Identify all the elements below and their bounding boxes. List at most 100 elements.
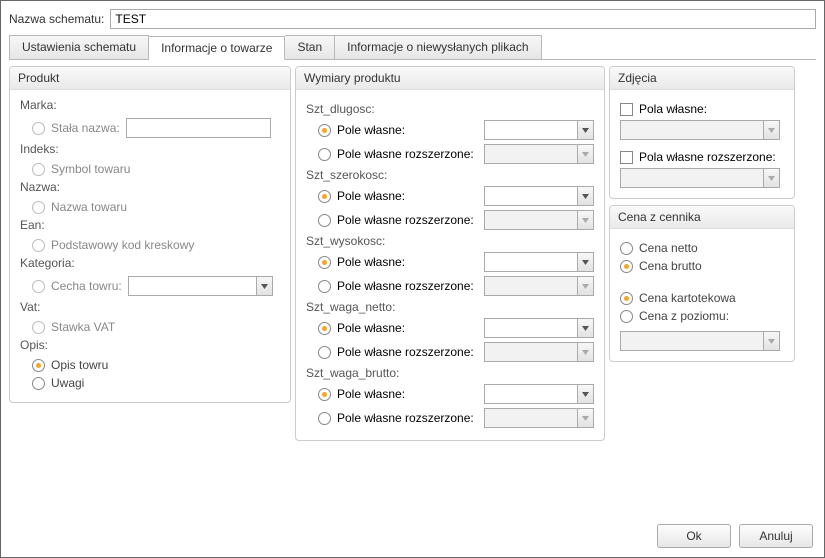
group-title: Wymiary produktu xyxy=(296,67,604,90)
opis-towru-radio[interactable] xyxy=(32,359,45,372)
ean-label: Ean: xyxy=(20,218,280,232)
cena-z-poziomu-label: Cena z poziomu: xyxy=(639,309,729,323)
pole-wlasne-label: Pole własne: xyxy=(337,387,405,401)
pole-rozszerzone-dropdown[interactable] xyxy=(484,276,594,296)
pole-wlasne-label: Pole własne: xyxy=(337,255,405,269)
cena-netto-label: Cena netto xyxy=(639,241,698,255)
schema-name-label: Nazwa schematu: xyxy=(9,12,104,26)
tab-niewyslane-pliki[interactable]: Informacje o niewysłanych plikach xyxy=(335,35,541,59)
pole-wlasne-radio[interactable] xyxy=(318,322,331,335)
nazwa-label: Nazwa: xyxy=(20,180,280,194)
pole-wlasne-dropdown[interactable] xyxy=(484,318,594,338)
tab-bar: Ustawienia schematu Informacje o towarze… xyxy=(9,35,816,60)
group-zdjecia: Zdjęcia Pola własne: Pola własne rozszer… xyxy=(609,66,795,199)
dim-label: Szt_wysokosc: xyxy=(306,234,594,248)
pole-wlasne-radio[interactable] xyxy=(318,388,331,401)
group-title: Produkt xyxy=(10,67,290,90)
ok-button[interactable]: Ok xyxy=(657,524,731,548)
chevron-down-icon xyxy=(582,350,589,355)
chevron-down-icon xyxy=(261,284,268,289)
vat-label: Vat: xyxy=(20,300,280,314)
kategoria-label: Kategoria: xyxy=(20,256,280,270)
kategoria-dropdown[interactable] xyxy=(128,276,273,296)
tab-ustawienia[interactable]: Ustawienia schematu xyxy=(9,35,149,59)
indeks-label: Indeks: xyxy=(20,142,280,156)
chevron-down-icon xyxy=(582,260,589,265)
marka-label: Marka: xyxy=(20,98,280,112)
vat-option-label: Stawka VAT xyxy=(51,320,115,334)
pole-wlasne-label: Pole własne: xyxy=(337,321,405,335)
pole-rozszerzone-dropdown[interactable] xyxy=(484,210,594,230)
cena-kartotekowa-radio[interactable] xyxy=(620,292,633,305)
pole-rozszerzone-label: Pole własne rozszerzone: xyxy=(337,213,474,227)
pole-rozszerzone-label: Pole własne rozszerzone: xyxy=(337,147,474,161)
cancel-button[interactable]: Anuluj xyxy=(739,524,813,548)
cena-z-poziomu-radio[interactable] xyxy=(620,310,633,323)
pole-wlasne-radio[interactable] xyxy=(318,124,331,137)
dim-label: Szt_waga_brutto: xyxy=(306,366,594,380)
pole-rozszerzone-label: Pole własne rozszerzone: xyxy=(337,411,474,425)
pole-wlasne-dropdown[interactable] xyxy=(484,384,594,404)
kategoria-option-label: Cecha towru: xyxy=(51,279,122,293)
tab-informacje-o-towarze[interactable]: Informacje o towarze xyxy=(149,36,285,60)
pole-wlasne-dropdown[interactable] xyxy=(484,120,594,140)
chevron-down-icon xyxy=(582,194,589,199)
pola-wlasne-dropdown[interactable] xyxy=(620,120,780,140)
pole-wlasne-label: Pole własne: xyxy=(337,123,405,137)
pola-rozszerzone-dropdown[interactable] xyxy=(620,168,780,188)
schema-name-input[interactable] xyxy=(110,9,816,29)
pole-rozszerzone-radio[interactable] xyxy=(318,148,331,161)
group-wymiary: Wymiary produktu Szt_dlugosc: Pole własne… xyxy=(295,66,605,441)
marka-stala-radio[interactable] xyxy=(32,122,45,135)
nazwa-radio[interactable] xyxy=(32,201,45,214)
pole-rozszerzone-radio[interactable] xyxy=(318,214,331,227)
pole-wlasne-dropdown[interactable] xyxy=(484,186,594,206)
dim-label: Szt_szerokosc: xyxy=(306,168,594,182)
pole-rozszerzone-radio[interactable] xyxy=(318,346,331,359)
pola-wlasne-checkbox[interactable] xyxy=(620,103,633,116)
cena-netto-radio[interactable] xyxy=(620,242,633,255)
pole-wlasne-radio[interactable] xyxy=(318,256,331,269)
pola-rozszerzone-label: Pola własne rozszerzone: xyxy=(639,150,776,164)
chevron-down-icon xyxy=(768,339,775,344)
group-produkt: Produkt Marka: Stała nazwa: Indeks: Symb… xyxy=(9,66,291,403)
pole-rozszerzone-dropdown[interactable] xyxy=(484,144,594,164)
pole-rozszerzone-radio[interactable] xyxy=(318,412,331,425)
marka-stala-input[interactable] xyxy=(126,118,271,138)
dim-label: Szt_waga_netto: xyxy=(306,300,594,314)
pole-wlasne-radio[interactable] xyxy=(318,190,331,203)
indeks-option-label: Symbol towaru xyxy=(51,162,130,176)
nazwa-option-label: Nazwa towaru xyxy=(51,200,127,214)
ean-option-label: Podstawowy kod kreskowy xyxy=(51,238,194,252)
pole-wlasne-dropdown[interactable] xyxy=(484,252,594,272)
cena-brutto-label: Cena brutto xyxy=(639,259,702,273)
indeks-radio[interactable] xyxy=(32,163,45,176)
pola-wlasne-label: Pola własne: xyxy=(639,102,707,116)
chevron-down-icon xyxy=(582,218,589,223)
marka-stala-label: Stała nazwa: xyxy=(51,121,120,135)
pole-rozszerzone-dropdown[interactable] xyxy=(484,408,594,428)
uwagi-radio[interactable] xyxy=(32,377,45,390)
opis-towru-label: Opis towru xyxy=(51,358,108,372)
chevron-down-icon xyxy=(582,284,589,289)
cena-kartotekowa-label: Cena kartotekowa xyxy=(639,291,736,305)
pole-rozszerzone-dropdown[interactable] xyxy=(484,342,594,362)
vat-radio[interactable] xyxy=(32,321,45,334)
chevron-down-icon xyxy=(582,392,589,397)
uwagi-label: Uwagi xyxy=(51,376,84,390)
cena-z-poziomu-dropdown[interactable] xyxy=(620,331,780,351)
cena-brutto-radio[interactable] xyxy=(620,260,633,273)
opis-label: Opis: xyxy=(20,338,280,352)
chevron-down-icon xyxy=(768,176,775,181)
group-title: Cena z cennika xyxy=(610,206,794,229)
chevron-down-icon xyxy=(582,128,589,133)
ean-radio[interactable] xyxy=(32,239,45,252)
pola-rozszerzone-checkbox[interactable] xyxy=(620,151,633,164)
pole-rozszerzone-radio[interactable] xyxy=(318,280,331,293)
dim-label: Szt_dlugosc: xyxy=(306,102,594,116)
kategoria-radio[interactable] xyxy=(32,280,45,293)
pole-rozszerzone-label: Pole własne rozszerzone: xyxy=(337,345,474,359)
tab-stan[interactable]: Stan xyxy=(285,35,335,59)
group-cena: Cena z cennika Cena netto Cena brutto Ce… xyxy=(609,205,795,362)
pole-wlasne-label: Pole własne: xyxy=(337,189,405,203)
